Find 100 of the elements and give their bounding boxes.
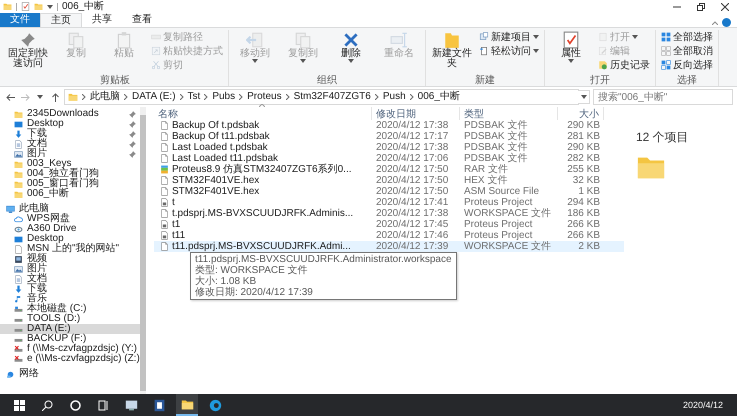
nav-item[interactable]: DATA (E:) bbox=[0, 324, 140, 334]
file-name[interactable]: t11 bbox=[154, 230, 372, 241]
breadcrumb[interactable]: 006_中断 bbox=[418, 91, 460, 103]
caret-icon bbox=[300, 59, 306, 63]
history-icon bbox=[598, 60, 608, 70]
ribbon-tab[interactable]: 查看 bbox=[122, 13, 162, 27]
file-name[interactable]: STM32F401VE.hex bbox=[154, 175, 372, 186]
column-header[interactable]: 大小 bbox=[558, 107, 604, 120]
ribbon-tab[interactable]: 共享 bbox=[82, 13, 122, 27]
column-header[interactable]: 修改日期 bbox=[372, 107, 460, 120]
nav-item[interactable]: 本地磁盘 (C:) bbox=[0, 304, 140, 314]
breadcrumb[interactable]: DATA (E:) bbox=[132, 91, 176, 103]
nav-item[interactable]: 2345Downloads bbox=[0, 109, 140, 119]
folder-icon bbox=[34, 2, 43, 11]
breadcrumb[interactable]: Tst bbox=[188, 91, 200, 103]
file-name[interactable]: Backup Of t.pdsbak bbox=[154, 120, 372, 131]
ribbon-button[interactable]: 新建文件夹 bbox=[429, 30, 475, 75]
nav-item[interactable]: 视频 bbox=[0, 254, 140, 264]
nav-item[interactable]: 图片 bbox=[0, 264, 140, 274]
file-name[interactable]: Proteus8.9 仿真STM32407ZGT6系列0... bbox=[154, 164, 372, 175]
tooltip-text: t11.pdsprj.MS-BVXSCUUDJRFK.Administrator.workspace bbox=[195, 254, 452, 265]
file-name[interactable]: STM32F401VE.hex bbox=[154, 186, 372, 197]
nav-item[interactable]: TOOLS (D:) bbox=[0, 314, 140, 324]
ribbon-button[interactable]: 全部取消 bbox=[659, 44, 715, 57]
table-cell-text: 282 KB bbox=[566, 153, 601, 164]
nav-item[interactable]: WPS网盘 bbox=[0, 214, 140, 224]
column-header[interactable]: 名称 bbox=[154, 107, 372, 120]
ribbon-button[interactable]: 属性 bbox=[548, 30, 594, 75]
document-icon bbox=[479, 46, 489, 56]
nav-item[interactable]: 音乐 bbox=[0, 294, 140, 304]
breadcrumb[interactable]: 此电脑 bbox=[90, 91, 120, 103]
ribbon-button[interactable]: 全部选择 bbox=[659, 30, 715, 43]
chevron-icon bbox=[204, 94, 208, 100]
help-icon[interactable] bbox=[722, 18, 731, 27]
circle-icon bbox=[70, 400, 80, 410]
file-name[interactable]: t11.pdsprj.MS-BVXSCUUDJRFK.Admi... bbox=[154, 241, 372, 252]
search-field[interactable]: 搜索"006_中断" bbox=[593, 89, 733, 105]
address-dropdown[interactable] bbox=[578, 90, 590, 104]
ribbon-tab[interactable]: 主页 bbox=[40, 13, 82, 27]
back-arrow-icon bbox=[6, 94, 14, 100]
folder-icon bbox=[14, 180, 23, 188]
nav-item[interactable]: Desktop bbox=[0, 119, 140, 129]
folder-icon bbox=[443, 31, 461, 49]
file-name[interactable]: t.pdsprj.MS-BVXSCUUDJRFK.Adminis... bbox=[154, 208, 372, 219]
nav-item[interactable]: 下载 bbox=[0, 284, 140, 294]
task-view-icon bbox=[98, 400, 108, 410]
ribbon-button[interactable]: 轻松访问 bbox=[477, 44, 541, 57]
document-icon bbox=[152, 398, 166, 412]
pin-icon bbox=[128, 130, 137, 138]
file-name[interactable]: Last Loaded t.pdsbak bbox=[154, 142, 372, 153]
caret-icon bbox=[47, 4, 53, 8]
ribbon-button[interactable]: 新建项目 bbox=[477, 30, 541, 43]
breadcrumb[interactable]: Pubs bbox=[212, 91, 236, 103]
up-arrow-icon bbox=[52, 92, 58, 102]
nav-item[interactable]: 006_中断 bbox=[0, 189, 140, 199]
nav-item[interactable]: 下载 bbox=[0, 129, 140, 139]
file-name[interactable]: t1 bbox=[154, 219, 372, 230]
nav-item[interactable]: f (\\Ms-czvfagpzdsjc) (Y:) bbox=[0, 344, 140, 354]
file-name[interactable]: t bbox=[154, 197, 372, 208]
project-file-icon bbox=[160, 220, 169, 229]
table-cell-text: Proteus Project bbox=[463, 219, 534, 230]
nav-item[interactable]: BACKUP (F:) bbox=[0, 334, 140, 344]
address-bar[interactable]: 此电脑 DATA (E:) Tst Pubs Proteus Stm32F407ZGT6 Push 006_中断 bbox=[64, 89, 579, 105]
nav-item[interactable]: e (\\Ms-czvfagpzdsjc) (Z:) bbox=[0, 354, 140, 364]
breadcrumb[interactable]: Push bbox=[382, 91, 406, 103]
ribbon-button[interactable]: 删除 bbox=[328, 30, 374, 75]
file-icon bbox=[160, 176, 169, 185]
folder-icon bbox=[180, 398, 194, 410]
file-icon bbox=[160, 121, 169, 130]
breadcrumb[interactable]: Stm32F407ZGT6 bbox=[294, 91, 371, 103]
nav-item[interactable]: 此电脑 bbox=[0, 204, 140, 214]
nav-item[interactable]: A360 Drive bbox=[0, 224, 140, 234]
ribbon-button[interactable]: 历史记录 bbox=[596, 58, 652, 71]
ribbon-button[interactable]: 反向选择 bbox=[659, 58, 715, 71]
move-icon bbox=[246, 31, 264, 49]
column-header[interactable]: 类型 bbox=[460, 107, 558, 120]
file-name[interactable]: Last Loaded t11.pdsbak bbox=[154, 153, 372, 164]
ribbon-tab[interactable]: 文件 bbox=[0, 13, 40, 27]
ribbon-button[interactable]: 固定到快速访问 bbox=[5, 30, 51, 75]
nav-item[interactable]: 图片 bbox=[0, 149, 140, 159]
scrollbar[interactable] bbox=[140, 107, 146, 394]
nav-item[interactable]: 文档 bbox=[0, 139, 140, 149]
nav-item[interactable]: MSN 上的"我的网站" bbox=[0, 244, 140, 254]
caret-icon bbox=[580, 95, 586, 99]
folder-icon bbox=[14, 170, 23, 178]
breadcrumb[interactable]: Proteus bbox=[247, 91, 282, 103]
file-name[interactable]: Backup Of t11.pdsbak bbox=[154, 131, 372, 142]
nav-item[interactable]: 网络 bbox=[0, 369, 140, 379]
drive-icon bbox=[14, 304, 23, 314]
nav-item[interactable]: 文档 bbox=[0, 274, 140, 284]
nav-item[interactable]: Desktop bbox=[0, 234, 140, 244]
nav-item[interactable]: 004_独立看门狗 bbox=[0, 169, 140, 179]
pin-icon bbox=[128, 120, 137, 128]
image-icon bbox=[14, 150, 23, 158]
taskbar-app[interactable] bbox=[176, 394, 198, 416]
group-label: 新建 bbox=[474, 75, 496, 86]
nav-item[interactable]: 003_Keys bbox=[0, 159, 140, 169]
nav-item[interactable]: 005_窗口看门狗 bbox=[0, 179, 140, 189]
tooltip-text: 类型: WORKSPACE 文件 bbox=[195, 265, 309, 276]
file-icon bbox=[160, 187, 169, 196]
